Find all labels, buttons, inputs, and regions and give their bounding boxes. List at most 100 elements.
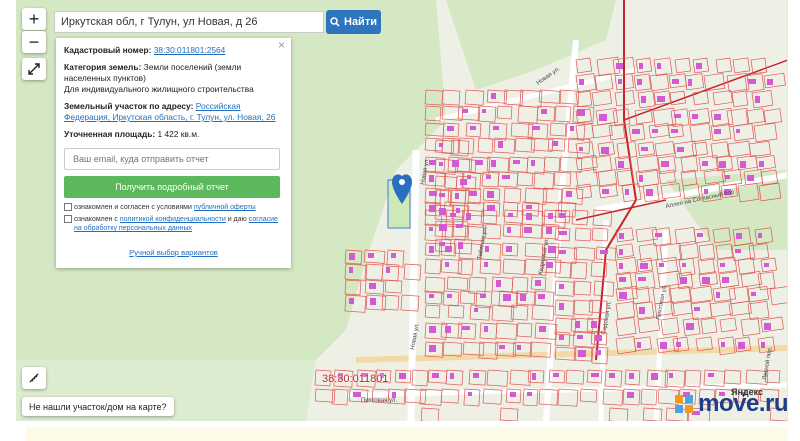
privacy-policy-link[interactable]: политикой конфиденциальности bbox=[120, 216, 226, 223]
fullscreen-button[interactable] bbox=[22, 58, 46, 80]
address-row: Земельный участок по адресу: Российская … bbox=[64, 101, 283, 123]
building-footprint bbox=[657, 96, 665, 102]
building-footprint bbox=[386, 267, 390, 273]
building-footprint bbox=[548, 213, 553, 219]
building-footprint bbox=[432, 373, 439, 378]
building-footprint bbox=[439, 224, 447, 231]
building-footprint bbox=[740, 161, 746, 168]
building-footprint bbox=[619, 277, 626, 282]
building-footprint bbox=[524, 227, 532, 233]
search-button[interactable]: Найти bbox=[326, 10, 381, 34]
building-footprint bbox=[445, 246, 452, 252]
building-footprint bbox=[429, 294, 434, 298]
building-footprint bbox=[577, 109, 585, 116]
building-footprint bbox=[468, 392, 472, 396]
building-footprint bbox=[596, 350, 601, 355]
offer-consent-label: ознакомлен и согласен с условиями bbox=[74, 204, 192, 211]
building-footprint bbox=[761, 342, 765, 348]
building-footprint bbox=[688, 79, 692, 86]
building-footprint bbox=[601, 147, 609, 154]
privacy-consent-label: ознакомлен с bbox=[74, 216, 118, 223]
building-footprint bbox=[704, 189, 708, 194]
zoom-out-button[interactable]: − bbox=[22, 31, 46, 53]
building-footprint bbox=[450, 373, 454, 379]
search-icon bbox=[330, 17, 340, 27]
zoom-in-button[interactable]: + bbox=[22, 8, 46, 30]
building-footprint bbox=[439, 208, 446, 215]
building-footprint bbox=[473, 373, 479, 378]
building-footprint bbox=[353, 392, 361, 397]
building-footprint bbox=[541, 109, 547, 114]
building-footprint bbox=[429, 345, 436, 352]
building-footprint bbox=[638, 277, 646, 281]
building-footprint bbox=[439, 162, 443, 166]
building-footprint bbox=[686, 323, 694, 330]
building-footprint bbox=[456, 208, 460, 213]
offer-consent: ознакомлен и согласен с условиями публич… bbox=[64, 203, 283, 212]
building-footprint bbox=[600, 250, 608, 254]
building-footprint bbox=[736, 233, 742, 239]
building-footprint bbox=[439, 193, 445, 197]
building-footprint bbox=[660, 342, 667, 349]
building-footprint bbox=[637, 79, 642, 85]
building-footprint bbox=[429, 205, 436, 212]
move-ru-watermark: move.ru bbox=[674, 390, 788, 418]
building-footprint bbox=[349, 298, 354, 304]
building-footprint bbox=[526, 205, 532, 209]
building-footprint bbox=[559, 250, 566, 254]
building-footprint bbox=[548, 246, 556, 253]
building-footprint bbox=[559, 284, 564, 289]
building-footprint bbox=[513, 160, 520, 164]
address-label: Земельный участок по адресу: bbox=[64, 101, 194, 111]
building-footprint bbox=[455, 193, 459, 199]
building-footprint bbox=[447, 126, 454, 131]
building-footprint bbox=[538, 294, 545, 299]
building-footprint bbox=[462, 326, 470, 330]
manual-selection-link[interactable]: Ручной выбор вариантов bbox=[64, 247, 283, 258]
building-footprint bbox=[559, 335, 564, 340]
building-footprint bbox=[646, 189, 653, 196]
building-footprint bbox=[702, 277, 710, 284]
area-value: 1 422 кв.м. bbox=[157, 129, 200, 139]
building-footprint bbox=[692, 114, 698, 119]
building-footprint bbox=[721, 342, 725, 347]
building-footprint bbox=[532, 126, 540, 130]
building-footprint bbox=[677, 147, 684, 152]
building-footprint bbox=[627, 392, 634, 398]
offer-consent-checkbox[interactable] bbox=[64, 203, 72, 211]
land-use-value: Для индивидуального жилищного строительс… bbox=[64, 84, 254, 94]
ruler-button[interactable] bbox=[22, 367, 46, 389]
building-footprint bbox=[764, 263, 769, 267]
close-icon[interactable]: × bbox=[278, 39, 285, 51]
building-footprint bbox=[370, 298, 376, 305]
privacy-consent-checkbox[interactable] bbox=[64, 215, 72, 223]
building-footprint bbox=[546, 262, 553, 268]
app: Новая ул. Новая ул. Новая ул. Таёжная ул… bbox=[0, 0, 800, 441]
public-offer-link[interactable]: публичной оферты bbox=[194, 204, 256, 211]
category-label: Категория земель: bbox=[64, 62, 142, 72]
building-footprint bbox=[474, 308, 478, 312]
address-search-input[interactable] bbox=[54, 11, 324, 33]
get-report-button[interactable]: Получить подробный отчет bbox=[64, 176, 280, 198]
email-field[interactable] bbox=[64, 148, 280, 170]
building-footprint bbox=[399, 373, 406, 379]
building-footprint bbox=[510, 392, 516, 397]
building-footprint bbox=[452, 160, 459, 167]
building-footprint bbox=[697, 233, 703, 237]
move-logo-icon bbox=[675, 395, 694, 413]
building-footprint bbox=[439, 242, 445, 246]
building-footprint bbox=[632, 129, 640, 134]
not-found-button[interactable]: Не нашли участок/дом на карте? bbox=[22, 397, 174, 416]
building-footprint bbox=[539, 326, 546, 332]
building-footprint bbox=[652, 129, 658, 133]
cadastral-number-link[interactable]: 38:30:011801:2564 bbox=[154, 45, 226, 55]
building-footprint bbox=[531, 160, 535, 166]
building-footprint bbox=[767, 79, 773, 85]
building-footprint bbox=[641, 147, 648, 151]
building-footprint bbox=[559, 231, 567, 235]
building-footprint bbox=[507, 227, 511, 233]
building-footprint bbox=[591, 321, 597, 328]
building-footprint bbox=[484, 262, 488, 267]
building-footprint bbox=[738, 342, 745, 349]
building-footprint bbox=[759, 161, 764, 167]
